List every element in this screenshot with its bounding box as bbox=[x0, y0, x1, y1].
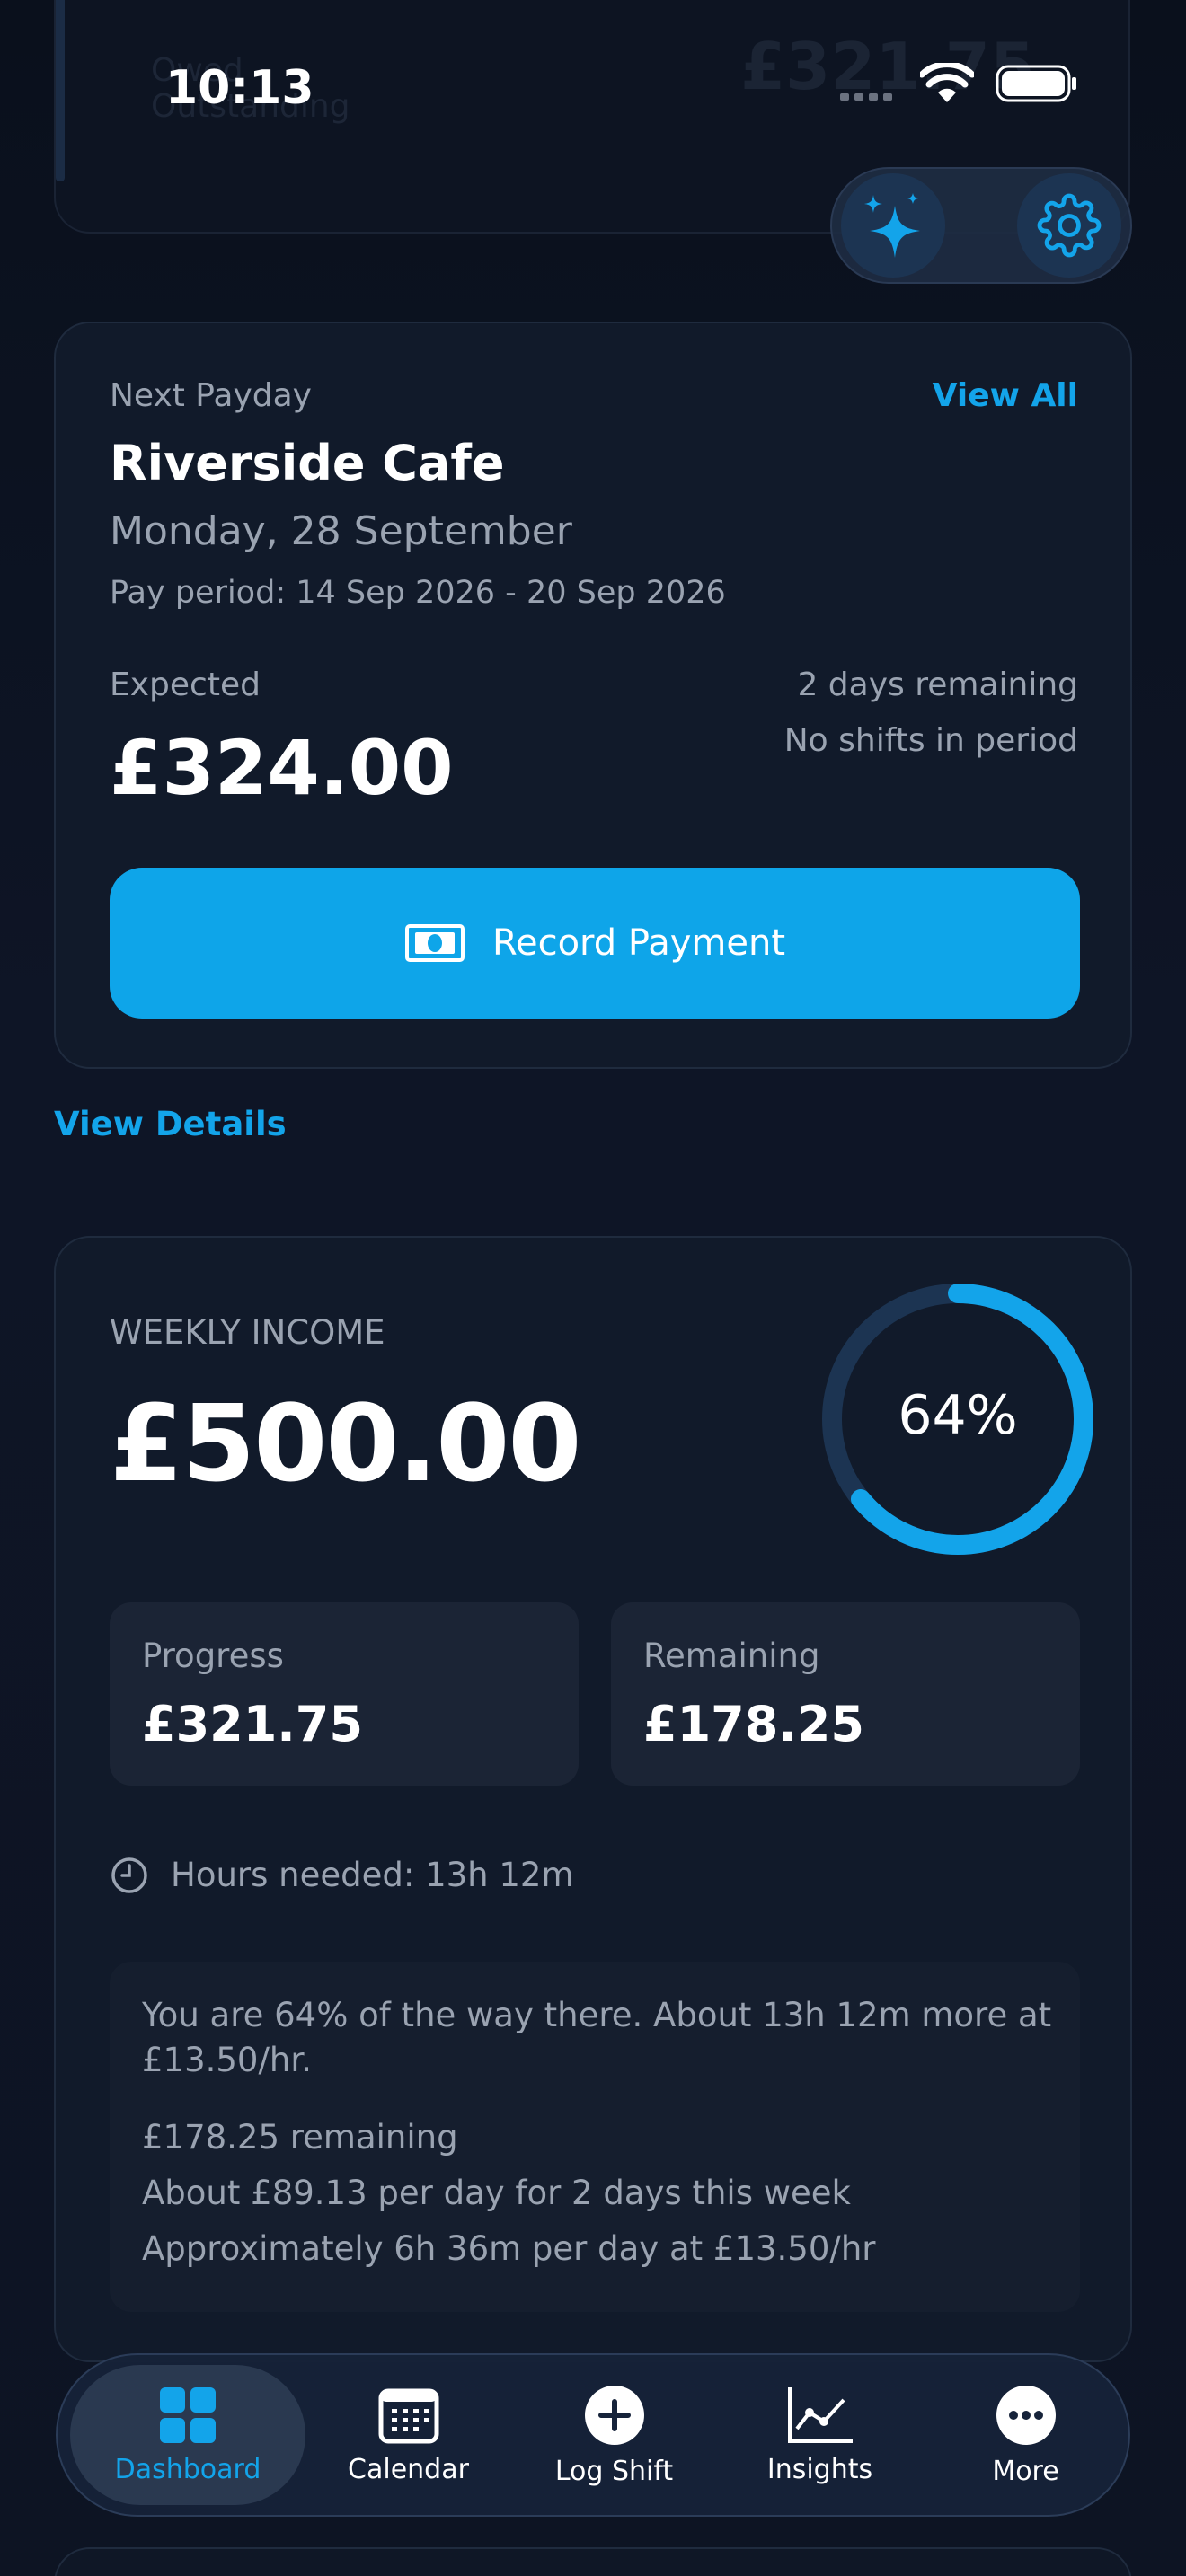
expected-label: Expected bbox=[110, 666, 261, 703]
calendar-icon bbox=[378, 2388, 438, 2443]
signal-dots bbox=[840, 93, 892, 101]
settings-button[interactable] bbox=[1017, 173, 1121, 278]
progress-summary-box: You are 64% of the way there. About 13h … bbox=[110, 1962, 1080, 2312]
grid-icon bbox=[160, 2386, 216, 2443]
status-time: 10:13 bbox=[165, 61, 314, 115]
record-payment-button[interactable]: Record Payment bbox=[110, 868, 1080, 1019]
nav-insights[interactable]: Insights bbox=[717, 2355, 923, 2515]
summary-line-5: Approximately 6h 36m per day at £13.50/h… bbox=[142, 2229, 876, 2268]
bottom-nav: Dashboard Calendar Log Shift Insights Mo… bbox=[56, 2353, 1130, 2517]
ai-assistant-button[interactable] bbox=[841, 173, 945, 278]
progress-stat-value: £321.75 bbox=[142, 1696, 363, 1752]
view-all-link[interactable]: View All bbox=[933, 377, 1078, 414]
nav-more[interactable]: More bbox=[923, 2355, 1128, 2515]
nav-more-label: More bbox=[992, 2455, 1059, 2487]
view-details-link[interactable]: View Details bbox=[54, 1105, 287, 1143]
summary-line-1: You are 64% of the way there. About 13h … bbox=[142, 1996, 1052, 2034]
top-actions bbox=[830, 167, 1132, 284]
previous-card-accent-bar bbox=[56, 0, 65, 181]
sparkles-icon bbox=[864, 193, 920, 258]
summary-line-3: £178.25 remaining bbox=[142, 2118, 458, 2157]
line-chart-icon bbox=[787, 2386, 853, 2443]
status-icons bbox=[920, 63, 1078, 104]
next-payday-card: Next Payday View All Riverside Cafe Mond… bbox=[54, 322, 1132, 1069]
expected-amount: £324.00 bbox=[110, 724, 454, 812]
weekly-income-card: WEEKLY INCOME £500.00 64% Progress £321.… bbox=[54, 1236, 1132, 2362]
banknote-icon bbox=[404, 924, 465, 962]
payday-heading: Next Payday bbox=[110, 377, 312, 414]
nav-insights-label: Insights bbox=[766, 2453, 873, 2485]
pay-period: Pay period: 14 Sep 2026 - 20 Sep 2026 bbox=[110, 575, 726, 611]
nav-log-shift[interactable]: Log Shift bbox=[511, 2355, 717, 2515]
remaining-stat: Remaining £178.25 bbox=[611, 1602, 1080, 1786]
remaining-stat-label: Remaining bbox=[643, 1636, 820, 1675]
shifts-note: No shifts in period bbox=[783, 722, 1078, 759]
nav-calendar[interactable]: Calendar bbox=[305, 2355, 511, 2515]
record-payment-label: Record Payment bbox=[491, 922, 786, 964]
employer-name: Riverside Cafe bbox=[110, 435, 505, 491]
weekly-income-amount: £500.00 bbox=[110, 1381, 581, 1505]
gear-icon bbox=[1037, 193, 1102, 258]
weekly-income-label: WEEKLY INCOME bbox=[110, 1313, 385, 1352]
plus-circle-icon bbox=[584, 2385, 644, 2445]
progress-stat: Progress £321.75 bbox=[110, 1602, 579, 1786]
remaining-stat-value: £178.25 bbox=[643, 1696, 864, 1752]
days-remaining: 2 days remaining bbox=[797, 666, 1078, 703]
summary-line-2: £13.50/hr. bbox=[142, 2041, 312, 2079]
progress-stat-label: Progress bbox=[142, 1636, 284, 1675]
hours-needed: Hours needed: 13h 12m bbox=[171, 1856, 574, 1894]
payday-date: Monday, 28 September bbox=[110, 508, 572, 554]
next-card-edge bbox=[54, 2547, 1132, 2576]
nav-calendar-label: Calendar bbox=[348, 2453, 469, 2485]
progress-ring-percent: 64% bbox=[898, 1384, 1017, 1447]
wifi-icon bbox=[920, 63, 974, 102]
nav-dashboard-label: Dashboard bbox=[114, 2453, 261, 2485]
nav-log-shift-label: Log Shift bbox=[554, 2455, 674, 2487]
nav-dashboard[interactable]: Dashboard bbox=[70, 2365, 305, 2505]
clock-icon bbox=[111, 1857, 147, 1893]
more-icon bbox=[996, 2385, 1056, 2445]
summary-line-4: About £89.13 per day for 2 days this wee… bbox=[142, 2174, 851, 2212]
app-screen: Owed Outstanding £321.75 10:13 Next Payd… bbox=[0, 0, 1186, 2576]
battery-icon bbox=[996, 65, 1076, 102]
progress-ring: 64% bbox=[822, 1284, 1093, 1555]
